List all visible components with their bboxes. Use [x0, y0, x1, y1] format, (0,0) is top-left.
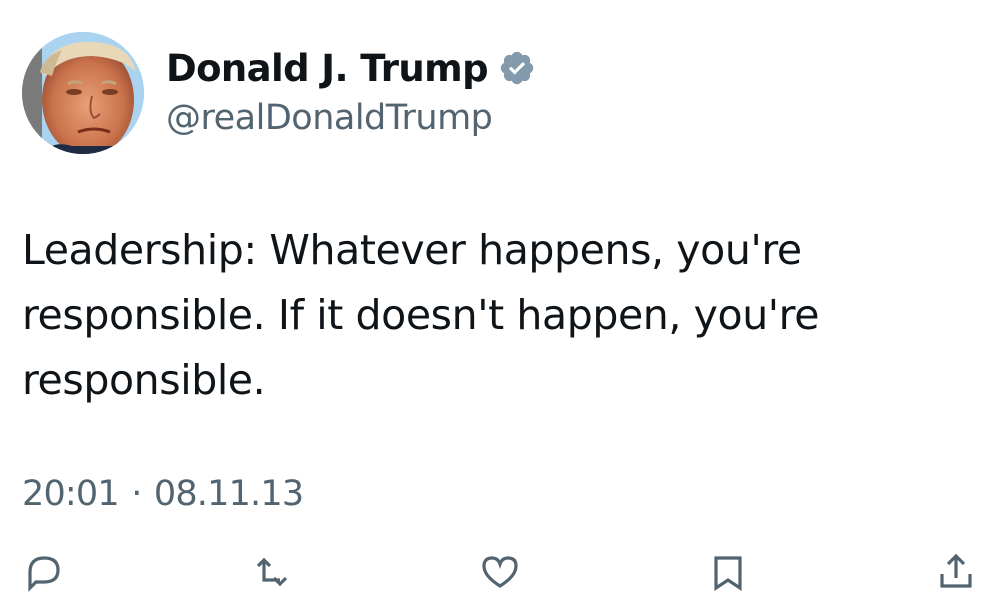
display-name[interactable]: Donald J. Trump: [166, 47, 489, 90]
author-name-row: Donald J. Trump: [166, 44, 536, 92]
share-icon[interactable]: [934, 552, 978, 592]
avatar-image: [22, 32, 144, 154]
reply-icon[interactable]: [22, 552, 66, 592]
tweet-timestamp[interactable]: 20:01 · 08.11.13: [22, 474, 304, 514]
tweet-text: Leadership: Whatever happens, you're res…: [22, 226, 820, 404]
tweet-date: 08.11.13: [153, 474, 304, 514]
tweet: Donald J. Trump @realDonaldTrump Leaders…: [0, 0, 1000, 592]
tweet-actions: [0, 552, 1000, 592]
timestamp-separator: ·: [131, 474, 142, 514]
bookmark-icon[interactable]: [706, 552, 750, 592]
avatar[interactable]: [22, 32, 144, 154]
retweet-icon[interactable]: [250, 552, 294, 592]
tweet-time: 20:01: [22, 474, 120, 514]
author-handle[interactable]: @realDonaldTrump: [166, 98, 536, 138]
verified-badge-icon[interactable]: [498, 49, 536, 87]
author-info: Donald J. Trump @realDonaldTrump: [166, 44, 536, 138]
like-icon[interactable]: [478, 552, 522, 592]
